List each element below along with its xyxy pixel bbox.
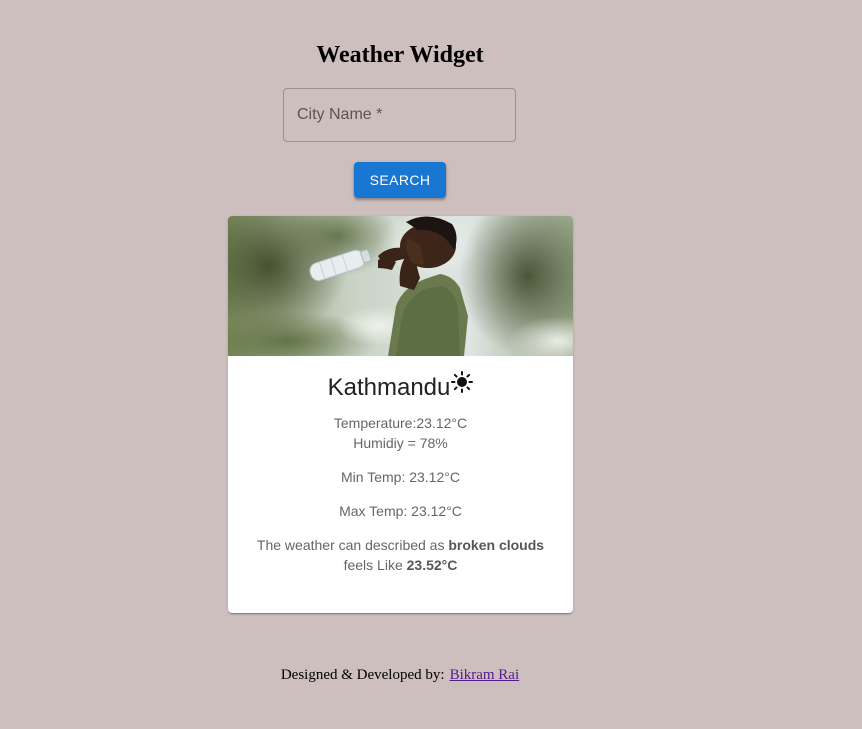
temperature-humidity: Temperature:23.12°C Humidiy = 78%	[228, 413, 573, 453]
min-temp-text: Min Temp: 23.12°C	[341, 469, 460, 485]
max-temp-text: Max Temp: 23.12°C	[339, 503, 462, 519]
feels-like-line: feels Like 23.52°C	[228, 555, 573, 575]
footer-credit-text: Designed & Developed by:	[280, 667, 445, 683]
humidity-text: Humidiy = 78%	[353, 435, 448, 451]
description-value: broken clouds	[448, 537, 545, 553]
weather-card: Kathmandu Temperature:23.12°C Humidiy = …	[228, 216, 573, 613]
feels-like-value: 23.52°C	[406, 557, 458, 573]
weather-card-image	[228, 216, 573, 356]
city-name-field[interactable]	[283, 88, 516, 142]
feels-like-prefix: feels Like	[343, 557, 403, 573]
footer: Designed & Developed by: Bikram Rai	[0, 665, 800, 685]
city-name: Kathmandu	[327, 374, 451, 401]
page-title: Weather Widget	[316, 42, 484, 68]
description-line: The weather can described as broken clou…	[228, 535, 573, 555]
weather-description: The weather can described as broken clou…	[228, 535, 573, 575]
search-button[interactable]: SEARCH	[354, 162, 446, 198]
sun-icon	[451, 370, 474, 402]
city-name-input[interactable]	[284, 89, 515, 141]
author-link[interactable]: Bikram Rai	[450, 667, 520, 683]
temperature-text: Temperature:23.12°C	[333, 415, 468, 431]
description-prefix: The weather can described as	[256, 537, 445, 553]
city-heading: Kathmandu	[228, 370, 573, 404]
